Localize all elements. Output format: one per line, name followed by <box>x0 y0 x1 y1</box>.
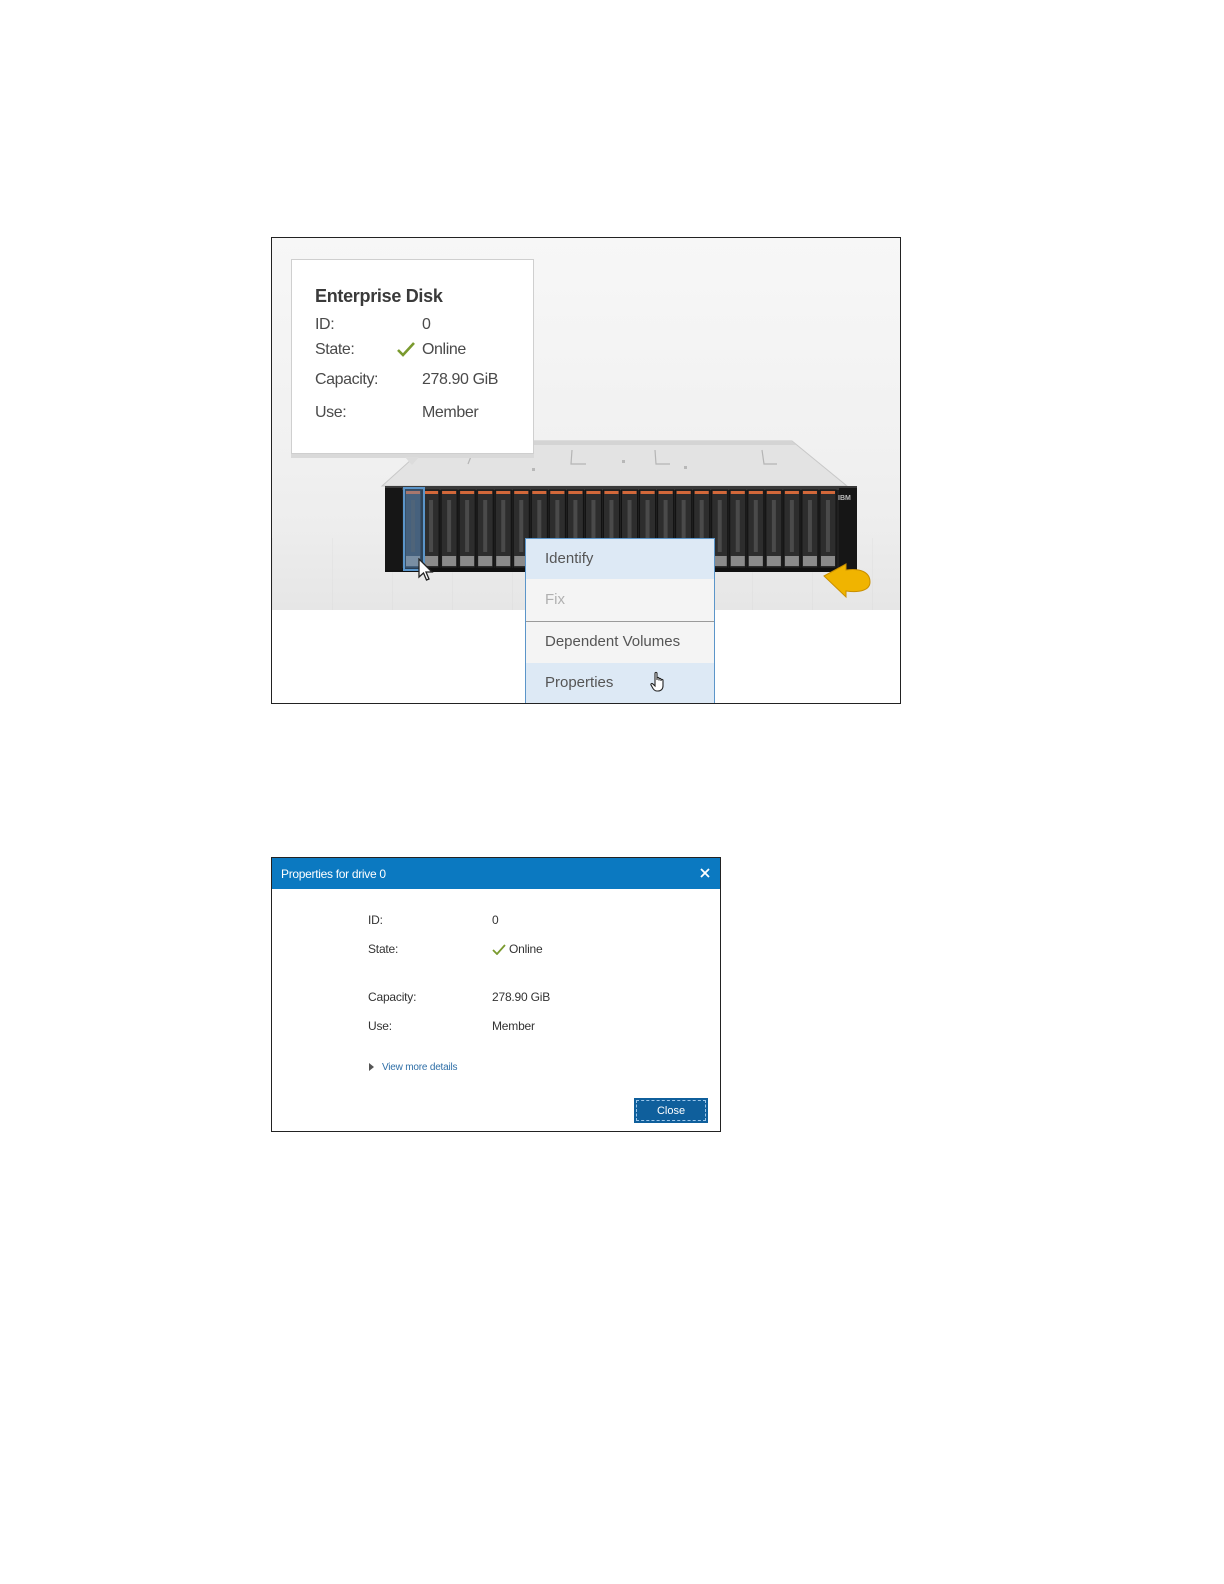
drive-slot-handle <box>789 500 794 552</box>
drive-slot[interactable] <box>765 489 783 569</box>
menu-item-identify[interactable]: Identify <box>526 539 714 579</box>
dialog-state-value: Online <box>509 942 543 956</box>
drive-slot-latch <box>766 556 781 566</box>
capacity-value: 278.90 GiB <box>422 371 499 388</box>
drive-slot-latch <box>748 556 763 566</box>
drive-slot-handle <box>753 500 758 552</box>
drive-slot-indicator <box>802 491 817 494</box>
drive-slot-indicator <box>640 491 655 494</box>
dialog-use-label: Use: <box>368 1019 392 1033</box>
view-more-details-link[interactable]: View more details <box>369 1062 458 1073</box>
drive-context-menu: Identify Fix Dependent Volumes Propertie… <box>525 538 715 703</box>
ibm-badge: IBM <box>838 495 851 502</box>
storage-enclosure-view: IBM Enterprise Disk ID: 0 State: Online … <box>271 237 901 704</box>
drive-slot-indicator <box>694 491 709 494</box>
dialog-state-label: State: <box>368 942 399 956</box>
drive-slot-handle <box>483 500 488 552</box>
drive-slot-indicator <box>748 491 763 494</box>
drive-slot-handle <box>717 500 722 552</box>
dialog-title: Properties for drive 0 <box>281 867 386 881</box>
drive-slot[interactable] <box>783 489 801 569</box>
drive-slot-latch <box>478 556 493 566</box>
drive-slot[interactable] <box>476 489 494 569</box>
drive-slot-indicator <box>532 491 547 494</box>
menu-item-dependent-volumes[interactable]: Dependent Volumes <box>526 622 714 662</box>
drive-slot-handle <box>429 500 434 552</box>
check-icon <box>397 342 415 357</box>
tooltip-pointer <box>405 457 419 465</box>
drive-slot-handle <box>825 500 830 552</box>
drive-slot-handle <box>735 500 740 552</box>
state-value: Online <box>422 341 466 358</box>
dialog-use-value: Member <box>492 1019 535 1033</box>
drive-slot-indicator <box>766 491 781 494</box>
mouse-pointer-icon <box>418 558 434 581</box>
drive-slot-latch <box>496 556 511 566</box>
id-value: 0 <box>422 316 431 333</box>
drive-slot[interactable] <box>729 489 747 569</box>
drive-slot-latch <box>460 556 475 566</box>
drive-slot[interactable] <box>458 489 476 569</box>
use-label: Use: <box>315 404 347 421</box>
drive-slot-indicator <box>496 491 511 494</box>
view-more-details-label: View more details <box>382 1062 458 1073</box>
hand-cursor-icon <box>650 671 664 692</box>
drive-slot-indicator <box>730 491 745 494</box>
drive-slot-handle <box>447 500 452 552</box>
drive-slot-indicator <box>550 491 565 494</box>
dialog-id-label: ID: <box>368 913 383 927</box>
drive-slot[interactable] <box>819 489 837 569</box>
drive-slot-indicator <box>460 491 475 494</box>
close-x-icon[interactable] <box>698 866 712 880</box>
disk-tooltip: Enterprise Disk ID: 0 State: Online Capa… <box>291 259 534 465</box>
drive-slot-indicator <box>442 491 457 494</box>
state-label: State: <box>315 341 355 358</box>
drive-properties-dialog: Properties for drive 0 ID: 0 State: Onli… <box>271 857 721 1132</box>
drive-slot-indicator <box>424 491 439 494</box>
dialog-header: Properties for drive 0 <box>272 858 720 889</box>
drive-slot-indicator <box>604 491 619 494</box>
drive-slot-indicator <box>658 491 673 494</box>
drive-slot-handle <box>807 500 812 552</box>
drive-slot-indicator <box>568 491 583 494</box>
drive-slot[interactable] <box>494 489 512 569</box>
drive-slot[interactable] <box>747 489 765 569</box>
capacity-label: Capacity: <box>315 371 379 388</box>
dialog-id-value: 0 <box>492 913 499 927</box>
drive-slot-handle <box>465 500 470 552</box>
drive-slot-latch <box>730 556 745 566</box>
properties-label: Properties <box>545 674 614 691</box>
dialog-capacity-value: 278.90 GiB <box>492 990 551 1004</box>
drive-slot-indicator <box>712 491 727 494</box>
drive-slot-latch <box>802 556 817 566</box>
drive-slot-latch <box>442 556 457 566</box>
use-value: Member <box>422 404 479 421</box>
close-button[interactable]: Close <box>634 1098 708 1123</box>
drive-slot-indicator <box>586 491 601 494</box>
caret-right-icon <box>369 1063 374 1071</box>
drive-slot-handle <box>519 500 524 552</box>
drive-slot-latch <box>820 556 835 566</box>
drive-slot-handle <box>771 500 776 552</box>
drive-slot-indicator <box>478 491 493 494</box>
menu-item-properties[interactable]: Properties <box>526 663 714 703</box>
drive-slot-latch <box>784 556 799 566</box>
drive-slot[interactable] <box>440 489 458 569</box>
drive-slot-indicator <box>784 491 799 494</box>
drive-slot[interactable] <box>801 489 819 569</box>
drive-slot[interactable] <box>422 489 440 569</box>
tooltip-title: Enterprise Disk <box>315 286 443 306</box>
dialog-capacity-label: Capacity: <box>368 990 417 1004</box>
drive-slot-handle <box>501 500 506 552</box>
drive-slot-indicator <box>676 491 691 494</box>
drive-slot-indicator <box>820 491 835 494</box>
id-label: ID: <box>315 316 335 333</box>
drive-slot-indicator <box>514 491 529 494</box>
menu-item-fix[interactable]: Fix <box>526 580 714 620</box>
drive-slot-indicator <box>622 491 637 494</box>
check-icon <box>492 944 506 955</box>
